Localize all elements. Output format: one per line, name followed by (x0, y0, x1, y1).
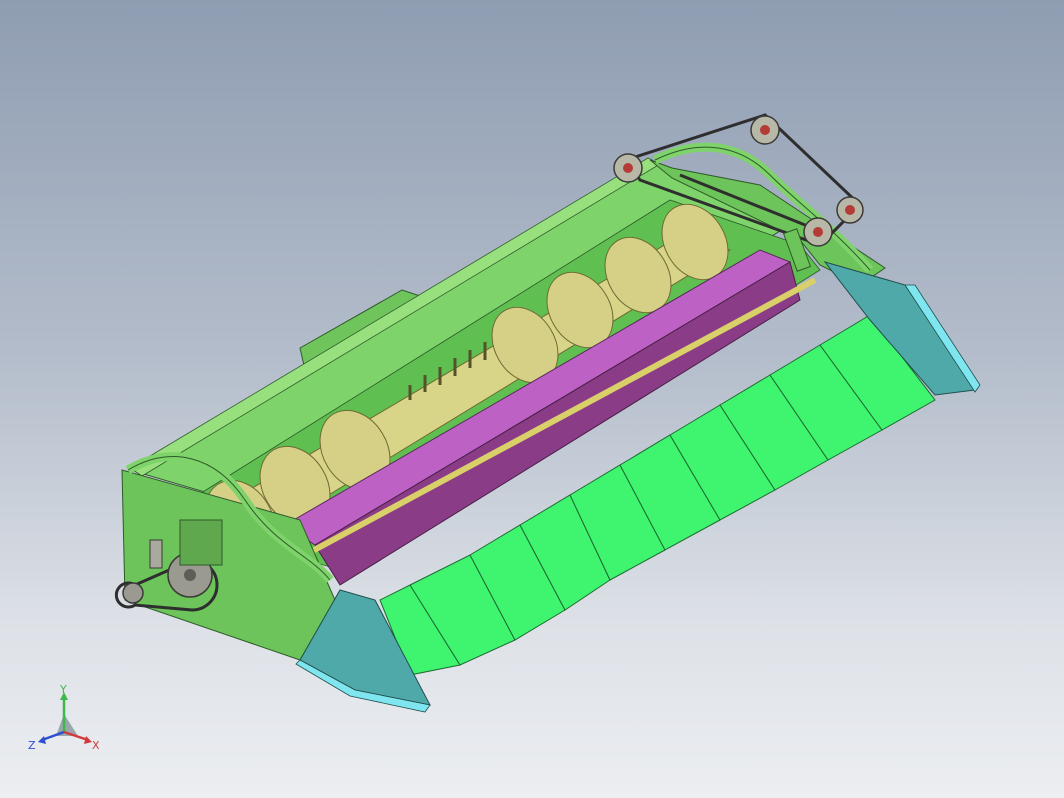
small-sprocket (122, 582, 144, 604)
coordinate-triad: Y X Z (26, 684, 106, 754)
z-axis-label: Z (28, 739, 36, 752)
bearing-block (149, 539, 163, 569)
gearbox-plate (179, 519, 223, 566)
header-assembly-model[interactable] (0, 0, 1064, 798)
x-axis-label: X (92, 739, 100, 752)
graphics-viewport[interactable]: Y X Z (0, 0, 1064, 798)
y-axis-label: Y (60, 683, 67, 696)
